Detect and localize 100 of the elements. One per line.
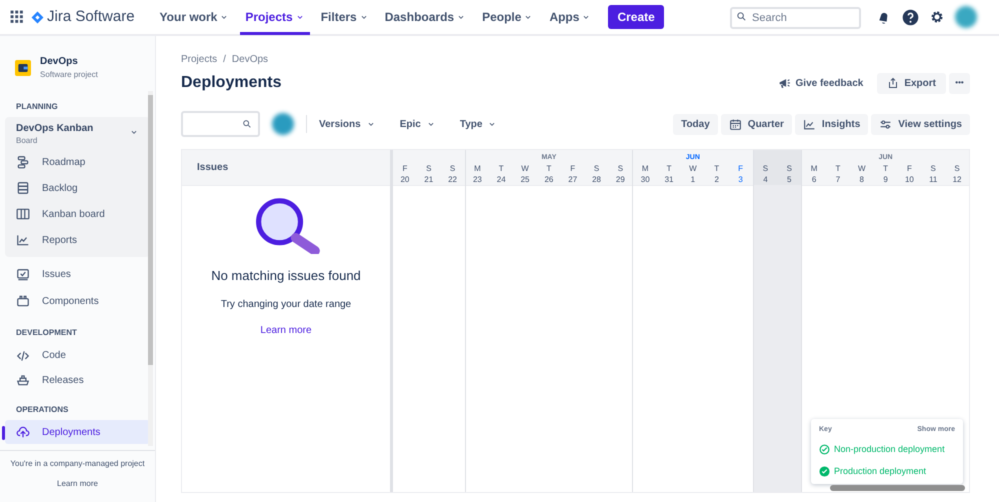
line-chart-icon [802,118,816,130]
view-button[interactable]: View settings [871,114,970,134]
share-icon [887,77,900,89]
stack-icon [16,181,30,195]
sidebar-item[interactable]: Deployments [5,420,150,444]
weekday-label: W [689,163,697,174]
date-label: 28 [592,174,601,185]
weekday-label: S [786,163,792,174]
avatar[interactable] [955,6,977,28]
sidebar-item[interactable]: Backlog [5,175,150,201]
date-label: 29 [616,174,625,185]
column-heading: Issues [197,161,228,175]
weekday-label: T [714,163,720,174]
help-icon [902,8,919,26]
view-button[interactable]: Quarter [720,114,792,134]
calendar-icon [728,118,742,130]
weekday-label: T [835,163,840,174]
project-name: DevOps [40,55,79,69]
weekday-label: F [738,163,743,174]
page-title: Deployments [181,73,282,93]
app-grid-icon [10,10,24,24]
board-type: Board [16,135,38,147]
date-label: 25 [520,174,530,185]
weekday-label: S [762,163,768,174]
nav-tab[interactable]: Filters [316,0,374,35]
footer-note: You're in a company-managed project [10,458,145,470]
sidebar-item[interactable]: Code [5,343,150,368]
avatar[interactable] [272,113,294,135]
weekday-label: T [546,163,552,174]
date-label: 2 [714,174,719,185]
breadcrumb-link[interactable]: DevOps [232,52,268,67]
board-name[interactable]: DevOps Kanban [16,121,94,136]
filter-search-field[interactable] [181,111,260,138]
sidebar-item[interactable]: Releases [5,368,150,392]
nav-tab[interactable]: Apps [544,0,596,35]
key-label: Non-production deployment [834,443,945,456]
nav-tab[interactable]: Projects [240,0,310,35]
learn-more-link[interactable]: Learn more [260,322,312,338]
date-label: 10 [904,174,914,185]
check-circle-icon [819,466,830,477]
settings-icon [929,9,945,25]
weekday-label: S [954,163,960,174]
date-label: 30 [640,174,650,185]
nav-tab[interactable]: Your work [154,0,234,35]
breadcrumb-link[interactable]: Projects [181,52,218,67]
weekday-label: T [883,163,888,174]
sliders-icon [879,118,892,130]
more-button[interactable]: ••• [949,72,970,94]
learn-more-link[interactable]: Learn more [57,478,98,490]
weekday-label: F [570,163,576,174]
sidebar-item[interactable]: Reports [5,227,150,253]
weekday-label: T [498,163,504,174]
cloud-upload-icon [16,425,30,440]
sidebar-item[interactable]: Kanban board [5,201,150,227]
ship-icon [16,373,30,387]
date-label: 3 [738,174,743,185]
search-icon [736,11,747,22]
date-label: 1 [690,174,696,185]
sidebar-item[interactable]: Issues [5,262,150,288]
section-heading: DEVELOPMENT [15,327,78,340]
weekday-label: M [474,163,481,174]
check-circle-outline-icon [819,444,830,456]
weekday-label: S [594,163,600,174]
date-label: 27 [568,174,578,185]
filter-dropdown[interactable]: Epic [394,116,442,132]
date-label: 21 [424,174,434,185]
date-label: 8 [860,174,864,185]
filter-dropdown[interactable]: Versions [313,116,382,132]
nav-tab[interactable]: People [477,0,538,35]
horizontal-scrollbar[interactable] [830,485,965,491]
create-button[interactable]: Create [608,5,664,29]
columns-icon [16,207,30,221]
date-label: 9 [883,174,888,185]
feedback-button[interactable]: Give feedback [774,76,868,90]
date-label: 11 [929,174,938,185]
nav-tab[interactable]: Dashboards [380,0,472,35]
date-label: 6 [812,174,816,185]
weekday-label: W [858,163,866,174]
diamond-logo-icon [31,10,44,24]
view-button[interactable]: Insights [794,114,868,134]
date-label: 7 [836,174,840,185]
section-heading: OPERATIONS [15,404,70,416]
date-label: 24 [496,174,506,185]
megaphone-icon [778,76,791,90]
date-label: 20 [400,174,410,185]
weekday-label: W [521,163,529,174]
export-button[interactable]: Export [877,72,946,94]
search-field[interactable]: Search [730,7,861,29]
sidebar-item[interactable]: Components [5,289,150,314]
empty-text: Try changing your date range [220,298,352,312]
project-type: Software project [40,69,98,81]
weekday-label: F [402,163,408,174]
weekday-label: S [618,163,624,174]
line-chart-icon [16,233,30,247]
filter-dropdown[interactable]: Type [454,116,504,132]
sidebar-item[interactable]: Roadmap [5,149,150,175]
weekday-label: S [450,163,456,174]
date-label: 23 [472,174,482,185]
view-button[interactable]: Today [673,114,718,134]
scrollbar-thumb[interactable] [148,95,153,365]
